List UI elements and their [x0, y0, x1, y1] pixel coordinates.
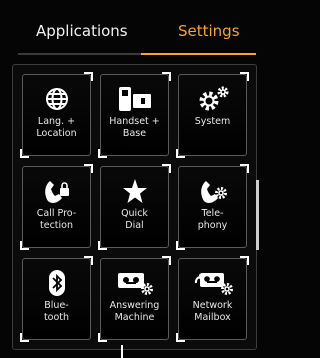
tile-label: Answering Machine [109, 300, 160, 323]
tile-call-protection[interactable]: Call Pro- tection [20, 164, 93, 250]
tile-telephony[interactable]: Tele- phony [176, 164, 249, 250]
tile-bluetooth[interactable]: Blue- tooth [20, 256, 93, 342]
tape-gear-icon [101, 269, 168, 297]
scrollbar[interactable] [256, 180, 259, 250]
tile-label: Handset + Base [109, 116, 160, 139]
tab-bar: Applications Settings [0, 0, 273, 55]
tile-label: Lang. + Location [36, 116, 77, 139]
network-tape-gear-icon [179, 269, 246, 297]
tile-language-location[interactable]: Lang. + Location [20, 72, 93, 158]
tile-network-mailbox[interactable]: Network Mailbox [176, 256, 249, 342]
tile-label: Call Pro- tection [36, 208, 77, 231]
settings-grid: Lang. + Location Handset + Base System C… [12, 64, 257, 350]
globe-icon [23, 85, 90, 113]
tile-handset-base[interactable]: Handset + Base [98, 72, 171, 158]
tab-settings[interactable]: Settings [178, 22, 240, 40]
handset-base-icon [101, 85, 168, 113]
tile-answering-machine[interactable]: Answering Machine [98, 256, 171, 342]
tile-label: System [194, 116, 231, 127]
tile-system[interactable]: System [176, 72, 249, 158]
bluetooth-icon [23, 269, 90, 297]
gears-icon [179, 85, 246, 113]
text-cursor-indicator [121, 345, 123, 358]
tile-quick-dial[interactable]: Quick Dial [98, 164, 171, 250]
tab-applications[interactable]: Applications [36, 22, 128, 40]
tile-label: Blue- tooth [43, 300, 70, 323]
star-icon [101, 177, 168, 205]
tab-divider [18, 53, 141, 55]
tile-label: Quick Dial [121, 208, 148, 231]
phone-gear-icon [179, 177, 246, 205]
active-tab-indicator [141, 53, 256, 55]
tile-label: Tele- phony [197, 208, 228, 231]
phone-lock-icon [23, 177, 90, 205]
tile-label: Network Mailbox [192, 300, 233, 323]
